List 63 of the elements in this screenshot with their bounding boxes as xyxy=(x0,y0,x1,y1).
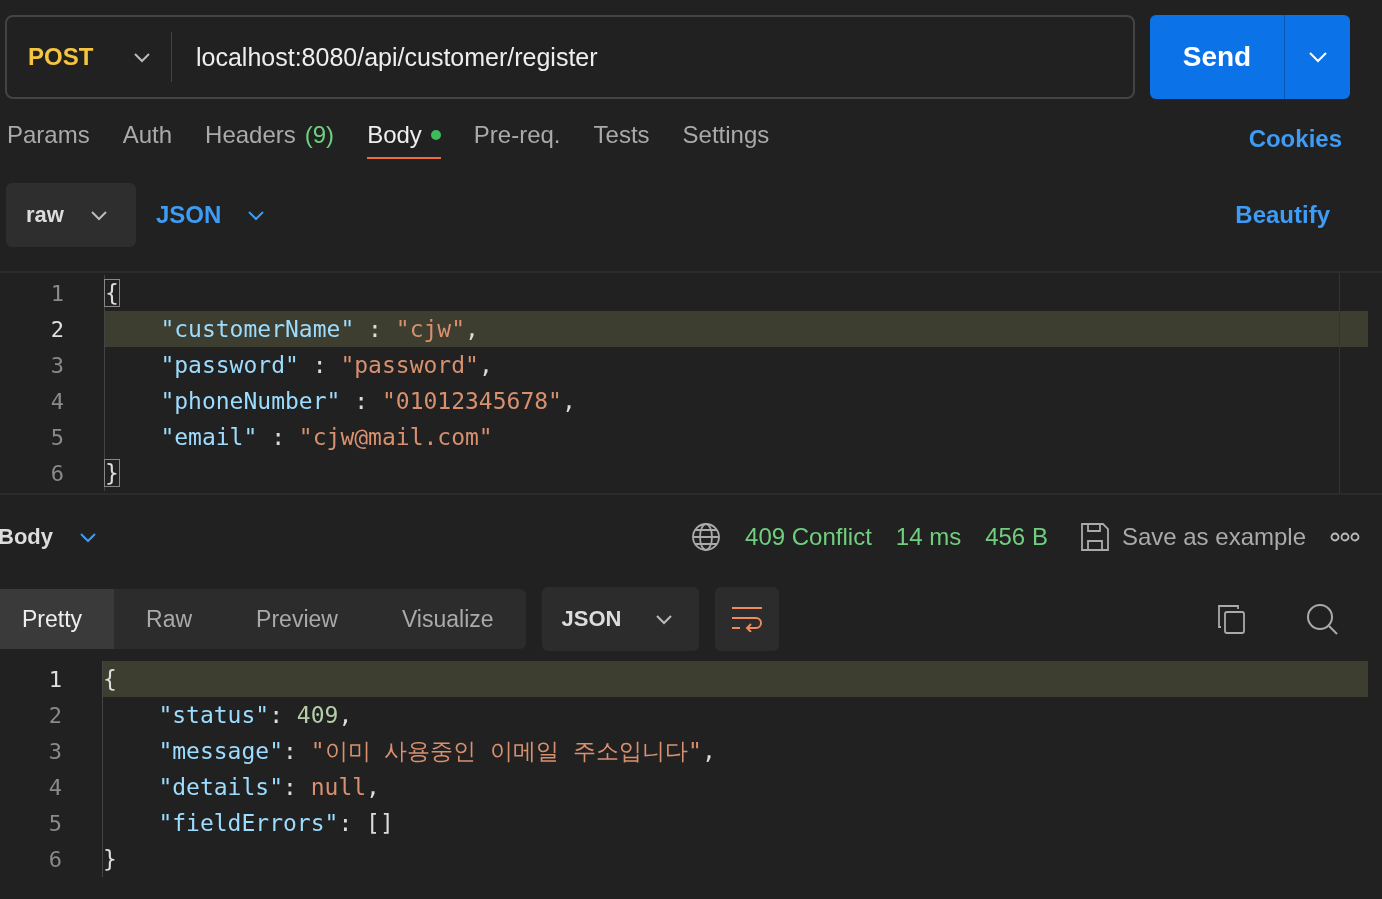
view-tab[interactable]: Raw xyxy=(114,589,225,649)
chevron-down-icon xyxy=(655,613,674,625)
request-tab[interactable]: Body xyxy=(367,97,441,159)
line-number: 3 xyxy=(47,738,63,764)
line-number: 2 xyxy=(47,702,63,728)
code-line: { xyxy=(105,280,119,306)
request-tab[interactable]: Settings xyxy=(682,97,770,159)
save-as-example-button[interactable]: Save as example xyxy=(1079,522,1306,552)
status-code: 409 Conflict xyxy=(745,523,872,551)
view-tab[interactable]: Preview xyxy=(224,589,370,649)
url-field[interactable]: POST localhost:8080/api/customer/register xyxy=(5,15,1135,99)
line-number: 4 xyxy=(49,388,65,414)
response-size: 456 B xyxy=(985,523,1048,551)
line-number: 5 xyxy=(49,424,65,450)
request-body-editor[interactable]: 1 { 2 "customerName" : "cjw", 3 "password" : "password", 4 "phoneNumber" : "01012345678", 5 "email" : "cjw@mail.com" 6 } xyxy=(0,271,1382,495)
code-line: "details": null, xyxy=(158,774,380,800)
method-dropdown[interactable]: POST xyxy=(7,32,172,82)
send-button[interactable]: Send xyxy=(1150,15,1284,99)
view-tab[interactable]: Pretty xyxy=(0,589,115,649)
code-line: "message": "이미 사용중인 이메일 주소입니다", xyxy=(158,736,716,766)
globe-icon xyxy=(691,522,722,552)
body-mode-dropdown[interactable]: raw xyxy=(6,183,136,247)
response-time: 14 ms xyxy=(895,523,962,551)
view-tab[interactable]: Visualize xyxy=(369,589,526,649)
request-tab[interactable]: Pre-req. xyxy=(473,97,561,159)
line-number: 6 xyxy=(49,460,65,486)
request-tab[interactable]: Auth xyxy=(122,97,173,159)
tab-count: (9) xyxy=(304,121,335,149)
copy-icon[interactable] xyxy=(1216,603,1246,635)
code-line: "email" : "cjw@mail.com" xyxy=(160,424,493,450)
line-number: 2 xyxy=(49,316,65,342)
code-line: "password" : "password", xyxy=(160,352,493,378)
wrap-lines-icon xyxy=(731,606,764,632)
code-line: } xyxy=(105,460,119,486)
code-line: } xyxy=(103,846,117,872)
wrap-lines-button[interactable] xyxy=(715,587,780,651)
language-dropdown[interactable]: JSON xyxy=(155,201,266,229)
code-line: { xyxy=(103,666,117,692)
response-body-dropdown[interactable]: Body xyxy=(0,524,97,550)
search-icon[interactable] xyxy=(1306,603,1338,635)
code-line: "phoneNumber" : "01012345678", xyxy=(160,388,576,414)
line-number: 5 xyxy=(47,810,63,836)
beautify-link[interactable]: Beautify xyxy=(1235,201,1330,229)
line-number: 1 xyxy=(49,280,65,306)
more-options-icon[interactable] xyxy=(1330,532,1360,542)
request-tab[interactable]: Tests xyxy=(593,97,650,159)
cookies-link[interactable]: Cookies xyxy=(1248,125,1342,153)
code-line: "fieldErrors": [] xyxy=(158,810,394,836)
chevron-down-icon xyxy=(89,209,108,221)
chevron-down-icon xyxy=(247,209,266,221)
line-number: 1 xyxy=(47,666,63,692)
line-number: 6 xyxy=(47,846,63,872)
code-line: "customerName" : "cjw", xyxy=(160,316,479,342)
chevron-down-icon xyxy=(133,51,151,63)
format-dropdown[interactable]: JSON xyxy=(541,587,700,651)
code-line: "status": 409, xyxy=(158,702,353,728)
request-tab[interactable]: Params xyxy=(7,97,90,159)
line-number: 4 xyxy=(47,774,63,800)
chevron-down-icon xyxy=(1307,51,1328,63)
save-icon xyxy=(1079,522,1110,552)
request-tab[interactable]: Headers (9) xyxy=(205,97,335,159)
line-number: 3 xyxy=(49,352,65,378)
chevron-down-icon xyxy=(79,531,97,543)
